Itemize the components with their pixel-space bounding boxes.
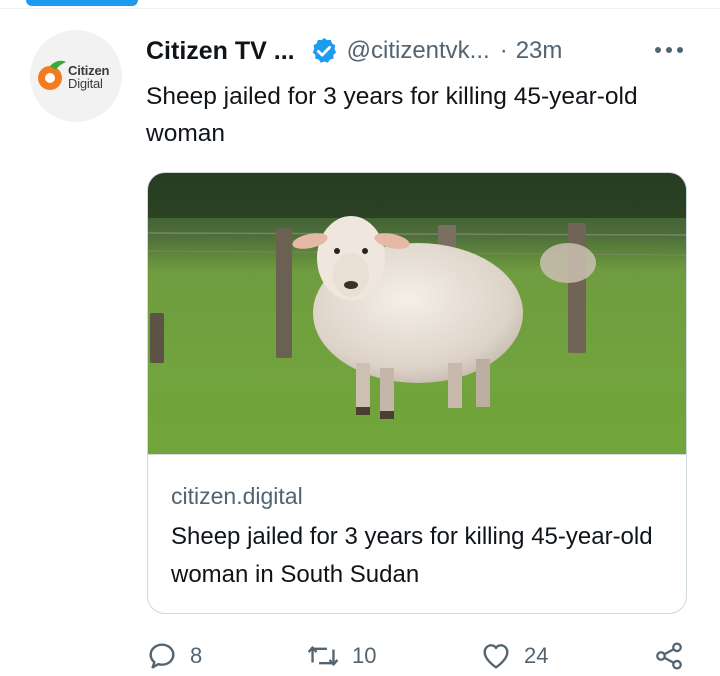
user-handle[interactable]: @citizentvk...	[347, 37, 490, 65]
card-image-sheep	[148, 173, 686, 455]
verified-badge-icon	[309, 36, 339, 66]
share-button[interactable]	[652, 636, 686, 676]
heart-icon	[483, 644, 509, 669]
active-tab-indicator	[26, 0, 138, 6]
retweet-button[interactable]: 10	[306, 636, 376, 676]
tweet-text: Sheep jailed for 3 years for killing 45-…	[146, 83, 638, 147]
tweet-timestamp[interactable]: 23m	[516, 37, 563, 65]
avatar[interactable]: Citizen Digital	[30, 30, 122, 122]
reply-count: 8	[190, 643, 203, 668]
like-button[interactable]: 24	[480, 636, 548, 676]
like-count: 24	[524, 643, 549, 668]
display-name[interactable]: Citizen TV ...	[146, 37, 295, 66]
reply-icon	[149, 643, 175, 669]
retweet-count: 10	[352, 643, 377, 668]
card-domain: citizen.digital	[171, 483, 303, 509]
link-card[interactable]: citizen.digital Sheep jailed for 3 years…	[147, 172, 687, 614]
separator-dot: ·	[499, 37, 508, 64]
tweet-header: Citizen TV ... @citizentvk... · 23m	[146, 34, 562, 68]
card-title: Sheep jailed for 3 years for killing 45-…	[171, 523, 653, 588]
more-options-icon[interactable]	[652, 40, 688, 60]
avatar-text-digital: Digital	[68, 76, 103, 91]
action-bar: 8 10 24	[0, 636, 720, 676]
share-icon	[656, 642, 682, 670]
retweet-icon	[307, 646, 339, 666]
reply-button[interactable]: 8	[146, 636, 202, 676]
